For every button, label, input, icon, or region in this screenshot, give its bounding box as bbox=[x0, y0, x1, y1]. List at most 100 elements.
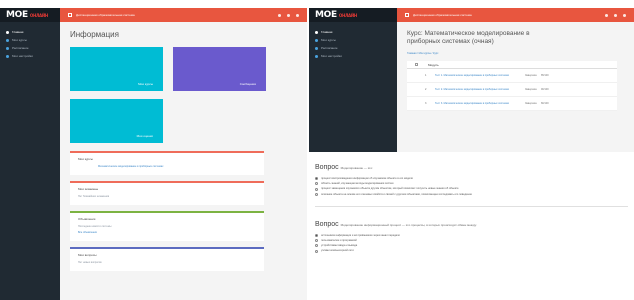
logo[interactable]: MOE ОНЛАЙН bbox=[309, 8, 397, 22]
answer-option[interactable]: пользователем и программой bbox=[315, 239, 628, 243]
card-my-courses: Мои курсы Математическое моделирование в… bbox=[70, 151, 264, 175]
course-link[interactable]: Математическое моделирование в приборных… bbox=[78, 165, 256, 168]
sidebar-item-label: Мои курсы bbox=[321, 38, 336, 42]
module-status: Завершён bbox=[525, 102, 537, 105]
logo-part1: MOE bbox=[315, 10, 337, 20]
sidebar-item-label: Мои настройки bbox=[321, 54, 342, 58]
calendar-icon bbox=[315, 46, 318, 50]
sidebar-item-home[interactable]: Главная bbox=[309, 28, 397, 36]
logo[interactable]: MOE ОНЛАЙН bbox=[0, 8, 60, 22]
tile-label: Мои курсы bbox=[138, 82, 153, 86]
table-row: 3 Тест 3. Математическое моделирование в… bbox=[407, 97, 617, 111]
answer-option[interactable]: процесс воспроизведения информации об из… bbox=[315, 177, 628, 181]
card-title: Мои курсы bbox=[78, 157, 93, 161]
sidebar-item-schedule[interactable]: Расписание bbox=[309, 44, 397, 52]
answer-text: описание объекта на основе его ключевых … bbox=[321, 192, 472, 196]
tile-my-courses[interactable]: Мои курсы bbox=[70, 47, 163, 91]
breadcrumb[interactable]: Главная / Мои курсы / Курс bbox=[407, 52, 624, 55]
radio-button[interactable] bbox=[315, 239, 318, 243]
right-topbar: Дистанционная образовательная система bbox=[397, 8, 634, 22]
table-header: Модуль bbox=[407, 61, 617, 69]
module-link[interactable]: Тест 3. Математическое моделирование в п… bbox=[435, 102, 517, 105]
course-title: Курс: Математическое моделирование в при… bbox=[407, 30, 530, 45]
radio-button[interactable] bbox=[315, 182, 318, 186]
answer-text: процесс воспроизведения информации об из… bbox=[321, 177, 413, 180]
answer-option[interactable]: источником информации и её приёмником че… bbox=[315, 234, 628, 237]
menu-icon[interactable] bbox=[405, 13, 409, 17]
divider bbox=[315, 205, 628, 207]
logout-icon[interactable] bbox=[296, 13, 299, 17]
radio-button[interactable] bbox=[315, 244, 318, 248]
card-text: Нет новых вопросов bbox=[78, 261, 102, 264]
page-title: Информация bbox=[70, 30, 119, 39]
answer-text: источником информации и её приёмником че… bbox=[321, 233, 400, 237]
select-all-checkbox[interactable] bbox=[415, 63, 418, 66]
answer-text: область знаний, изучающая методы моделир… bbox=[321, 182, 394, 186]
logo-part2: ОНЛАЙН bbox=[29, 13, 48, 18]
sidebar-item-settings[interactable]: Мои настройки bbox=[0, 52, 60, 60]
home-icon bbox=[315, 30, 318, 34]
answer-option[interactable]: процесс замещения изучаемого объекта дру… bbox=[315, 187, 628, 191]
card-text: Последние новости системы bbox=[78, 225, 112, 228]
courses-icon bbox=[6, 38, 9, 42]
user-icon[interactable] bbox=[614, 13, 617, 17]
tile-label: Сообщения bbox=[239, 82, 256, 86]
answer-option[interactable]: область знаний, изучающая методы моделир… bbox=[315, 182, 628, 186]
question-title: Вопрос Моделирование — это: bbox=[315, 164, 628, 171]
settings-icon bbox=[6, 54, 9, 58]
card-my-questions: Мои вопросы Нет новых вопросов bbox=[70, 247, 264, 271]
radio-button[interactable] bbox=[315, 234, 318, 237]
sidebar-item-schedule[interactable]: Расписание bbox=[0, 44, 60, 52]
menu-icon[interactable] bbox=[68, 13, 72, 17]
module-score: 90/100 bbox=[541, 88, 549, 91]
table-row: 1 Тест 1. Математическое моделирование в… bbox=[407, 69, 617, 83]
settings-icon bbox=[315, 54, 318, 58]
home-icon bbox=[6, 30, 9, 34]
radio-button[interactable] bbox=[315, 187, 318, 191]
all-announcements-link[interactable]: Все объявления bbox=[78, 231, 256, 234]
user-icon[interactable] bbox=[287, 13, 290, 17]
left-sidebar: MOE ОНЛАЙН Главная Мои курсы Расписание М… bbox=[0, 8, 60, 300]
answer-option[interactable]: узлами компьютерной сети bbox=[315, 249, 628, 253]
sidebar-item-label: Мои курсы bbox=[12, 38, 27, 42]
notification-icon[interactable] bbox=[278, 13, 281, 17]
radio-button[interactable] bbox=[315, 177, 318, 181]
row-number: 2 bbox=[425, 88, 427, 91]
row-number: 3 bbox=[425, 102, 427, 105]
sidebar-item-settings[interactable]: Мои настройки bbox=[309, 52, 397, 60]
card-title: Мои вопросы bbox=[78, 253, 97, 257]
answer-text: пользователем и программой bbox=[321, 239, 357, 243]
sidebar-item-label: Главная bbox=[12, 30, 24, 34]
modules-table: Модуль 1 Тест 1. Математическое моделиро… bbox=[407, 61, 617, 111]
notification-icon[interactable] bbox=[605, 13, 608, 17]
module-link[interactable]: Тест 2. Математическое моделирование в п… bbox=[435, 88, 517, 91]
answer-option[interactable]: устройствами ввода и вывода bbox=[315, 244, 628, 248]
module-score: 80/100 bbox=[541, 102, 549, 105]
module-link[interactable]: Тест 1. Математическое моделирование в п… bbox=[435, 74, 517, 77]
sidebar-item-home[interactable]: Главная bbox=[0, 28, 60, 36]
calendar-icon bbox=[6, 46, 9, 50]
column-header-module: Модуль bbox=[428, 62, 439, 67]
table-row: 2 Тест 2. Математическое моделирование в… bbox=[407, 83, 617, 97]
radio-button[interactable] bbox=[315, 249, 318, 253]
logo-part2: ОНЛАЙН bbox=[338, 13, 357, 18]
tile-my-grades[interactable]: Мои оценки bbox=[70, 99, 163, 143]
left-main-content: Информация Мои курсы Сообщения Мои оценк… bbox=[60, 22, 307, 300]
question-text: Моделирование информационный процесс — э… bbox=[340, 222, 477, 227]
answer-text: узлами компьютерной сети bbox=[321, 249, 354, 253]
answer-option[interactable]: описание объекта на основе его ключевых … bbox=[315, 193, 628, 196]
card-title: Мои экзамены bbox=[78, 187, 99, 191]
module-status: Завершён bbox=[525, 88, 537, 91]
sidebar-item-label: Главная bbox=[321, 30, 333, 34]
card-my-exams: Мои экзамены Нет ближайших экзаменов bbox=[70, 181, 264, 205]
sidebar-item-courses[interactable]: Мои курсы bbox=[0, 36, 60, 44]
screen-top-margin bbox=[0, 0, 634, 8]
question-text: Моделирование — это: bbox=[340, 166, 374, 170]
question-label: Вопрос bbox=[315, 164, 339, 171]
row-number: 1 bbox=[425, 74, 427, 77]
logout-icon[interactable] bbox=[623, 13, 626, 17]
tile-messages[interactable]: Сообщения bbox=[173, 47, 266, 91]
sidebar-item-courses[interactable]: Мои курсы bbox=[309, 36, 397, 44]
left-topbar: Дистанционная образовательная система bbox=[60, 8, 307, 22]
radio-button[interactable] bbox=[315, 192, 318, 196]
